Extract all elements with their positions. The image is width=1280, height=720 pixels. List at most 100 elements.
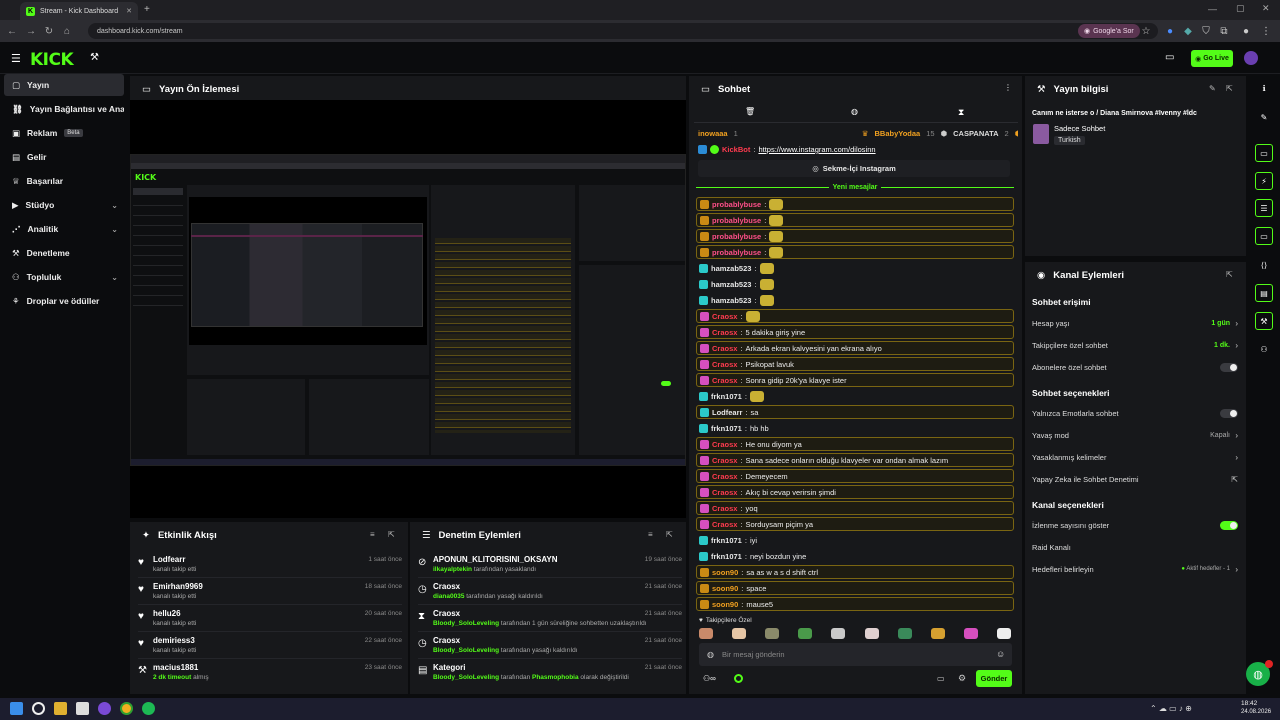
filter-icon[interactable]: ≡ [370,530,375,539]
chat-message[interactable]: Craosx: Akıç bi cevap verirsin şimdi [696,485,1014,499]
chat-username[interactable]: soon90 [712,568,738,577]
hamburger-menu-icon[interactable]: ☰ [11,52,21,65]
mod-actor[interactable]: Bloody_SoloLeveling [433,620,499,627]
sidebar-item-droplar[interactable]: ⚘ Droplar ve ödüller [4,290,124,312]
gear-icon[interactable]: ⚙ [958,673,966,684]
send-button[interactable]: Gönder [976,670,1012,687]
chat-message[interactable]: probablybuse: [696,229,1014,243]
category-name[interactable]: Phasmophobia [532,674,579,681]
emote-icon[interactable] [996,628,1011,639]
chat-input[interactable]: ◍ Bir mesaj gönderin ☺ [699,643,1012,666]
chat-message[interactable]: soon90: mause5 [696,597,1014,611]
chat-message[interactable]: probablybuse: [696,213,1014,227]
browser-tab[interactable]: K Stream - Kick Dashboard ✕ [20,2,138,20]
tools-widget-icon[interactable]: ⚒ [1255,312,1273,330]
url-field[interactable]: dashboard.kick.com/stream [88,23,1158,39]
chat-message[interactable]: hamzab523: [696,261,1014,275]
chat-message[interactable]: Craosx: [696,309,1014,323]
feed-user[interactable]: Emirhan9969 [153,582,203,591]
go-live-button[interactable]: ◉ Go Live [1191,50,1233,67]
puzzle-icon[interactable]: ⧉ [1217,24,1231,38]
forward-icon[interactable]: → [24,24,38,38]
chat-message[interactable]: probablybuse: [696,245,1014,259]
chat-username[interactable]: probablybuse [712,200,761,209]
chat-message[interactable]: Craosx: yoq [696,501,1014,515]
chat-username[interactable]: soon90 [712,584,738,593]
chat-bubble-icon[interactable]: ◍ [851,107,858,116]
chat-username[interactable]: probablybuse [712,248,761,257]
kick-logo[interactable]: KICK [30,50,74,70]
feed-user[interactable]: macius1881 [153,663,198,672]
sidebar-item-analitik[interactable]: ⋰ Analitik ⌄ [4,218,124,240]
maximize-icon[interactable]: ▢ [1236,3,1245,14]
chat-username[interactable]: Craosx [712,488,737,497]
edit-icon[interactable]: ✎ [1209,84,1216,93]
new-tab-icon[interactable]: + [144,4,150,15]
chat-message[interactable]: frkn1071: iyi [696,533,1014,547]
avatar[interactable] [1244,51,1258,65]
chat-message[interactable]: Craosx: Sana sadece onların olduğu klavye… [696,453,1014,467]
feed-user[interactable]: hellu26 [153,609,181,618]
sidebar-item-basarilar[interactable]: ♕ Başarılar [4,170,124,192]
chat-message[interactable]: Craosx: Sorduysam piçim ya [696,517,1014,531]
google-sor-button[interactable]: ◉ Google'a Sor [1078,24,1140,38]
sidebar-item-yayin[interactable]: ▢ Yayın [4,74,124,96]
filter-icon[interactable]: ≡ [648,530,653,539]
emote-icon[interactable] [831,628,846,639]
chat-message[interactable]: soon90: space [696,581,1014,595]
sidebar-item-reklam[interactable]: ▣ Reklam Beta [4,122,124,144]
mod-target[interactable]: Craosx [433,609,460,618]
chat-username[interactable]: soon90 [712,600,738,609]
chat-username[interactable]: Craosx [712,504,737,513]
close-window-icon[interactable]: ✕ [1262,3,1270,14]
list-icon[interactable]: ☰ [1255,199,1273,217]
chat-username[interactable]: frkn1071 [711,424,742,433]
chat-message[interactable]: Craosx: Demeyecem [696,469,1014,483]
sidebar-item-studyo[interactable]: ▶ Stüdyo ⌄ [4,194,124,216]
banned-words-row[interactable]: Yasaklanmış kelimeler › [1032,446,1238,468]
emote-icon[interactable] [897,628,912,639]
bookmark-star-icon[interactable]: ☆ [1139,24,1153,38]
feed-user[interactable]: demiriess3 [153,636,195,645]
chat-message[interactable]: Craosx: Arkada ekran kalvyesini yan ekran… [696,341,1014,355]
hammer-icon[interactable]: ⚒ [90,52,99,63]
chat-message[interactable]: Craosx: He onu diyom ya [696,437,1014,451]
chat-username[interactable]: Craosx [712,360,737,369]
instagram-button[interactable]: ◎ Sekme-İçi Instagram [698,160,1010,177]
emote-icon[interactable] [930,628,945,639]
mod-target[interactable]: Craosx [433,636,460,645]
sidebar-item-topluluk[interactable]: ⚇ Topluluk ⌄ [4,266,124,288]
extension-icon[interactable]: ◆ [1181,24,1195,38]
info-icon[interactable]: ℹ [1255,79,1273,97]
chat-username[interactable]: hamzab523 [711,296,751,305]
emote-icon[interactable] [798,628,813,639]
slow-mode-row[interactable]: Yavaş mod Kapalı › [1032,424,1238,446]
theater-mode-icon[interactable]: ▭ [1165,52,1174,63]
followers-chat-row[interactable]: Takipçilere özel sohbet 1 dk. › [1032,334,1238,356]
leader-name[interactable]: inowaaa [698,129,728,138]
emote-icon[interactable] [765,628,780,639]
popout-icon[interactable]: ⇱ [1226,270,1233,279]
chat-message[interactable]: frkn1071: hb hb [696,421,1014,435]
chat-username[interactable]: Craosx [712,328,737,337]
chat-message[interactable]: soon90: sa as w a s d shift ctrl [696,565,1014,579]
sidebar-item-gelir[interactable]: ▤ Gelir [4,146,124,168]
shield-icon[interactable]: ⛉ [1199,24,1213,38]
back-icon[interactable]: ← [5,24,19,38]
chat-message[interactable]: probablybuse: [696,197,1014,211]
chat-username[interactable]: Craosx [712,520,737,529]
emote-icon[interactable] [732,628,747,639]
sidebar-item-denetleme[interactable]: ⚒ Denetleme [4,242,124,264]
emoji-icon[interactable]: ☺ [996,649,1005,659]
home-icon[interactable]: ⌂ [60,24,74,38]
emote-only-toggle[interactable] [1220,408,1238,418]
file-explorer-icon[interactable] [54,702,67,715]
chat-username[interactable]: frkn1071 [711,552,742,561]
popout-icon[interactable]: ⇱ [388,530,395,539]
chat-message[interactable]: Craosx: Sonra gidip 20k'ya klavye ister [696,373,1014,387]
mod-target[interactable]: APONUN_KLITORISINI_OKSAYN [433,555,557,564]
tray-icons[interactable]: ⌃ ☁ ▭ ♪ ⊕ [1150,704,1192,713]
chat-username[interactable]: Craosx [712,344,737,353]
chat-username[interactable]: Craosx [712,456,737,465]
chat-username[interactable]: Craosx [712,376,737,385]
